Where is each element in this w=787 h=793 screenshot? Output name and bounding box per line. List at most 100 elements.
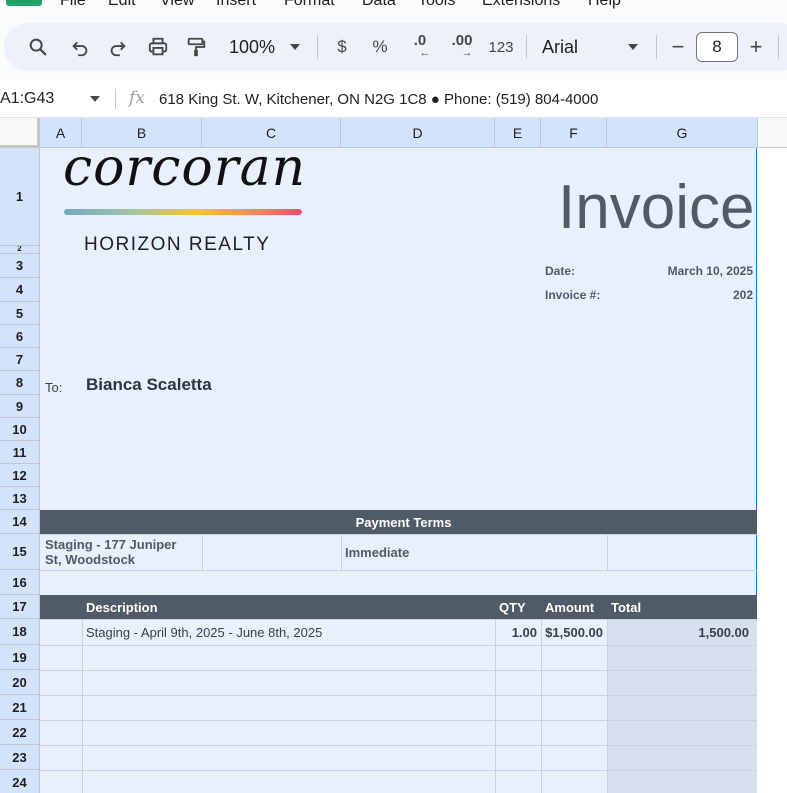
zoom-chevron-down-icon[interactable] [288,23,302,71]
grid-line [40,670,757,671]
description-header: Description [86,599,158,615]
currency-format-button[interactable]: $ [332,23,352,71]
row-header-21[interactable]: 21 [0,695,40,720]
menu-format[interactable]: Format [284,0,335,10]
item-qty[interactable]: 1.00 [495,625,537,640]
search-icon[interactable] [24,23,52,71]
redo-icon[interactable] [104,23,132,71]
menu-file[interactable]: File [60,0,86,10]
terms-value[interactable]: Immediate [345,545,409,560]
terms-line-2: St, Woodstock [45,552,136,567]
percent-format-button[interactable]: % [370,23,390,71]
grid-line [607,534,608,570]
print-icon[interactable] [144,23,172,71]
number-format-button[interactable]: 123 [486,23,516,71]
increase-decimal-label: .00 [451,32,473,49]
decrease-font-size-button[interactable]: − [668,23,688,71]
grid-line [341,534,342,570]
grid-line [40,645,757,646]
toolbar-divider [317,35,318,59]
name-box[interactable]: A1:G43 [0,80,54,118]
decrease-decimal-button[interactable]: .0 ← [406,23,434,71]
increase-decimal-button[interactable]: .00 → [448,23,476,71]
menu-tools[interactable]: Tools [418,0,455,10]
date-value[interactable]: March 10, 2025 [545,264,753,278]
grid-line [40,534,757,535]
row-header-16[interactable]: 16 [0,570,40,595]
row-header-17[interactable]: 17 [0,595,40,619]
menu-bar: File Edit View Insert Format Data Tools … [0,0,787,14]
company-logo-wordmark: corcoran [63,138,307,198]
outside-selection-area[interactable] [757,148,787,793]
name-box-chevron-down-icon[interactable] [90,96,100,102]
item-amount[interactable]: $1,500.00 [541,625,603,640]
font-select[interactable]: Arial [542,23,592,71]
formula-input[interactable]: 618 King St. W, Kitchener, ON N2G 1C8 ● … [159,80,598,118]
invoice-title: Invoice [558,173,755,242]
terms-description[interactable]: Staging - 177 Juniper St, Woodstock [45,537,176,567]
menu-help[interactable]: Help [588,0,621,10]
menu-extensions[interactable]: Extensions [482,0,560,10]
select-all-corner[interactable] [0,118,40,148]
amount-header: Amount [545,599,595,615]
row-header-14[interactable]: 14 [0,510,40,534]
row-header-19[interactable]: 19 [0,645,40,670]
column-header-d[interactable]: D [341,118,495,148]
toolbar-divider [526,35,527,59]
fx-icon: fx [129,88,145,108]
logo-gradient-bar [64,209,302,215]
undo-icon[interactable] [66,23,94,71]
grid-line [40,570,757,571]
row-header-23[interactable]: 23 [0,745,40,770]
menu-edit[interactable]: Edit [108,0,136,10]
row-header-5[interactable]: 5 [0,302,40,325]
row-header-12[interactable]: 12 [0,464,40,487]
row-header-10[interactable]: 10 [0,418,40,441]
item-description[interactable]: Staging - April 9th, 2025 - June 8th, 20… [86,625,322,640]
row-header-11[interactable]: 11 [0,441,40,464]
row-header-2[interactable]: 2 [0,246,40,254]
row-header-9[interactable]: 9 [0,395,40,418]
column-header-e[interactable]: E [495,118,541,148]
menu-insert[interactable]: Insert [216,0,256,10]
row-header-22[interactable]: 22 [0,720,40,745]
font-size-input[interactable]: 8 [696,32,738,62]
row-header-3[interactable]: 3 [0,254,40,278]
row-header-18[interactable]: 18 [0,619,40,645]
payment-terms-header-label: Payment Terms [355,514,452,530]
decrease-decimal-label: .0 [413,32,427,49]
row-header-15[interactable]: 15 [0,534,40,570]
sheets-logo-icon[interactable] [6,0,42,6]
row-header-13[interactable]: 13 [0,487,40,510]
item-total[interactable]: 1,500.00 [607,625,749,640]
zoom-value: 100% [228,36,276,57]
recipient-name[interactable]: Bianca Scaletta [86,375,212,395]
name-box-value: A1:G43 [0,90,55,107]
font-name: Arial [542,36,579,57]
grid-line [82,619,83,793]
invoice-number-value[interactable]: 202 [545,288,753,302]
menu-view[interactable]: View [160,0,194,10]
grid-line [40,695,757,696]
toolbar-divider [778,35,779,59]
column-header-g[interactable]: G [607,118,758,148]
grid-line [495,619,496,793]
column-header-f[interactable]: F [541,118,607,148]
row-header-1[interactable]: 1 [0,148,40,246]
terms-line-1: Staging - 177 Juniper [45,537,177,552]
grid-line [40,720,757,721]
row-header-6[interactable]: 6 [0,325,40,348]
row-header-24[interactable]: 24 [0,770,40,793]
row-header-7[interactable]: 7 [0,348,40,371]
row-header-4[interactable]: 4 [0,278,40,302]
grid-line [40,619,757,620]
paint-format-icon[interactable] [182,23,210,71]
menu-data[interactable]: Data [362,0,396,10]
increase-font-size-button[interactable]: + [746,23,766,71]
font-chevron-down-icon[interactable] [626,23,640,71]
row-header-20[interactable]: 20 [0,670,40,695]
row-header-8[interactable]: 8 [0,371,40,395]
zoom-select[interactable]: 100% [226,23,278,71]
toolbar: 100% $ % .0 ← .00 → 123 Arial − 8 + [4,23,787,71]
grid-line [607,619,608,793]
